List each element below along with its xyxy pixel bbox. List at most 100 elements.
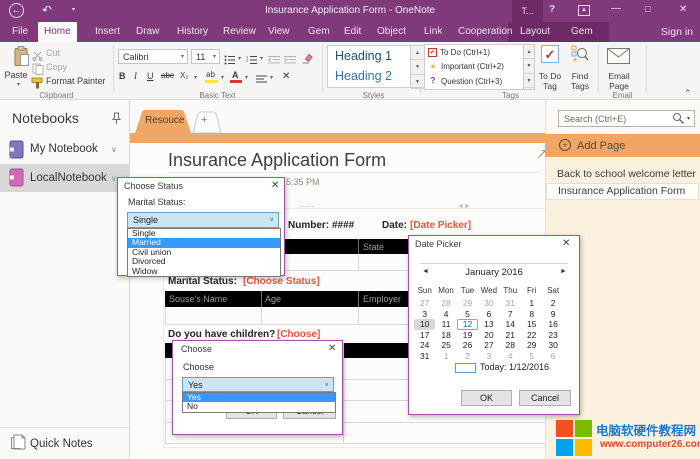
dropdown-option[interactable]: Married bbox=[128, 238, 280, 247]
maximize-button[interactable]: □ bbox=[645, 4, 650, 14]
sidebar-item-my-notebook[interactable]: My Notebook ∨ bbox=[0, 136, 130, 163]
dropdown-option[interactable]: Yes bbox=[183, 393, 335, 402]
scroll-up-icon[interactable]: ▲ bbox=[411, 46, 424, 60]
decrease-indent-icon[interactable] bbox=[268, 52, 281, 70]
date-picker-link[interactable]: [Date Picker] bbox=[410, 220, 471, 231]
delete-icon[interactable]: ✕ bbox=[282, 71, 290, 82]
ribbon-tab-gem[interactable]: Gem bbox=[302, 22, 336, 42]
email-page-icon[interactable] bbox=[607, 48, 630, 69]
format-painter-button[interactable]: Format Painter bbox=[46, 76, 106, 86]
increase-indent-icon[interactable] bbox=[284, 52, 297, 70]
cut-button[interactable]: Cut bbox=[46, 48, 60, 58]
collapse-ribbon-icon[interactable]: ⌃ bbox=[684, 88, 692, 99]
calendar-day[interactable]: 6 bbox=[542, 351, 563, 362]
ribbon-tab-review[interactable]: Review bbox=[217, 22, 262, 42]
calendar-day[interactable]: 3 bbox=[414, 309, 435, 320]
calendar-day[interactable]: 22 bbox=[521, 330, 542, 341]
copy-button[interactable]: Copy bbox=[46, 62, 67, 72]
ribbon-tab-link[interactable]: Link bbox=[418, 22, 448, 42]
font-name-combo[interactable]: Calibri▾ bbox=[118, 49, 188, 64]
underline-button[interactable]: U bbox=[147, 71, 154, 81]
paragraph-align-icon[interactable] bbox=[256, 72, 268, 90]
find-tags-button[interactable]: Find Tags bbox=[566, 72, 594, 91]
today-checkbox[interactable] bbox=[455, 363, 476, 373]
search-scope-arrow[interactable]: ▾ bbox=[687, 115, 690, 122]
bold-button[interactable]: B bbox=[119, 71, 126, 81]
ribbon-tab-home[interactable]: Home bbox=[38, 22, 77, 42]
bullets-dropdown-arrow[interactable]: ▾ bbox=[238, 55, 241, 62]
close-icon[interactable]: ✕ bbox=[271, 180, 279, 191]
bullets-icon[interactable] bbox=[224, 52, 236, 70]
numbering-dropdown-arrow[interactable]: ▾ bbox=[260, 55, 263, 62]
calendar-day[interactable]: 4 bbox=[500, 351, 521, 362]
calendar-day[interactable]: 27 bbox=[414, 298, 435, 309]
chevron-down-icon[interactable]: ∨ bbox=[111, 145, 117, 154]
help-button[interactable]: ? bbox=[549, 4, 555, 15]
dropdown-option[interactable]: Divorced bbox=[128, 257, 280, 266]
calendar-day[interactable]: 1 bbox=[521, 298, 542, 309]
highlight-dropdown-arrow[interactable]: ▾ bbox=[221, 74, 224, 81]
todo-tag-button[interactable]: To Do Tag bbox=[532, 72, 568, 91]
highlight-button[interactable]: ab bbox=[206, 70, 215, 79]
today-label[interactable]: Today: 1/12/2016 bbox=[480, 362, 549, 372]
outline-resize-icon[interactable]: ◄► bbox=[457, 203, 471, 210]
style-heading-1[interactable]: Heading 1 bbox=[328, 46, 410, 66]
calendar-day[interactable]: 10 bbox=[414, 319, 435, 330]
calendar-day[interactable]: 31 bbox=[500, 298, 521, 309]
font-size-combo[interactable]: 11▾ bbox=[191, 49, 220, 64]
ribbon-tab-layout[interactable]: Layout bbox=[514, 22, 556, 42]
calendar-day[interactable]: 13 bbox=[478, 319, 499, 330]
choose-link[interactable]: [Choose] bbox=[277, 329, 320, 340]
calendar-day[interactable]: 24 bbox=[414, 340, 435, 351]
calendar-day[interactable]: 30 bbox=[478, 298, 499, 309]
section-tab-resouce[interactable]: Resouce bbox=[145, 115, 184, 126]
calendar-day[interactable]: 31 bbox=[414, 351, 435, 362]
calendar-day[interactable]: 18 bbox=[435, 330, 456, 341]
number-value[interactable]: #### bbox=[332, 220, 354, 231]
calendar-day[interactable]: 30 bbox=[542, 340, 563, 351]
calendar-day[interactable]: 28 bbox=[435, 298, 456, 309]
calendar-day[interactable]: 3 bbox=[478, 351, 499, 362]
quick-notes-item[interactable]: Quick Notes bbox=[0, 430, 130, 454]
calendar-day[interactable]: 29 bbox=[457, 298, 478, 309]
page-title[interactable]: Insurance Application Form bbox=[168, 150, 386, 171]
calendar-day[interactable]: 25 bbox=[435, 340, 456, 351]
tag-item[interactable]: ★Important (Ctrl+2) bbox=[425, 60, 523, 75]
calendar-day[interactable]: 6 bbox=[478, 309, 499, 320]
calendar-day[interactable]: 2 bbox=[542, 298, 563, 309]
close-button[interactable]: ✕ bbox=[679, 4, 687, 15]
subscript-dropdown-arrow[interactable]: ▾ bbox=[194, 74, 197, 81]
calendar-day[interactable]: 23 bbox=[542, 330, 563, 341]
calendar-day[interactable]: 20 bbox=[478, 330, 499, 341]
calendar-day[interactable]: 21 bbox=[500, 330, 521, 341]
choose-combobox[interactable]: Yes∨ bbox=[182, 377, 334, 392]
dropdown-option[interactable]: Widow bbox=[128, 267, 280, 276]
search-icon[interactable] bbox=[672, 112, 685, 130]
tell-me-box[interactable]: T... bbox=[512, 0, 543, 22]
calendar-day[interactable]: 26 bbox=[457, 340, 478, 351]
ribbon-display-options-button[interactable]: ▲ bbox=[578, 5, 590, 16]
ribbon-tab-object[interactable]: Object bbox=[371, 22, 412, 42]
find-tags-icon[interactable]: ★ bbox=[571, 45, 589, 68]
chevron-down-icon[interactable]: ∨ bbox=[111, 174, 117, 183]
calendar-day[interactable]: 11 bbox=[435, 319, 456, 330]
calendar-day[interactable]: 29 bbox=[521, 340, 542, 351]
calendar-day[interactable]: 1 bbox=[435, 351, 456, 362]
ok-button[interactable]: OK bbox=[461, 390, 512, 406]
calendar-day[interactable]: 2 bbox=[457, 351, 478, 362]
close-icon[interactable]: ✕ bbox=[328, 343, 336, 354]
dropdown-option[interactable]: Civil union bbox=[128, 248, 280, 257]
next-month-icon[interactable]: ► bbox=[560, 268, 567, 275]
calendar-day[interactable]: 17 bbox=[414, 330, 435, 341]
calendar-day[interactable]: 8 bbox=[521, 309, 542, 320]
calendar-day[interactable]: 4 bbox=[435, 309, 456, 320]
calendar-day[interactable]: 5 bbox=[521, 351, 542, 362]
dropdown-option[interactable]: No bbox=[183, 402, 335, 411]
ribbon-tab-draw[interactable]: Draw bbox=[130, 22, 165, 42]
paragraph-dropdown-arrow[interactable]: ▾ bbox=[270, 74, 273, 81]
styles-scroll[interactable]: ▲▼▼ bbox=[411, 45, 425, 88]
todo-tag-icon[interactable]: ✓ bbox=[541, 45, 559, 63]
minimize-button[interactable]: — bbox=[611, 3, 621, 14]
calendar-day[interactable]: 27 bbox=[478, 340, 499, 351]
dropdown-option[interactable]: Single bbox=[128, 229, 280, 238]
